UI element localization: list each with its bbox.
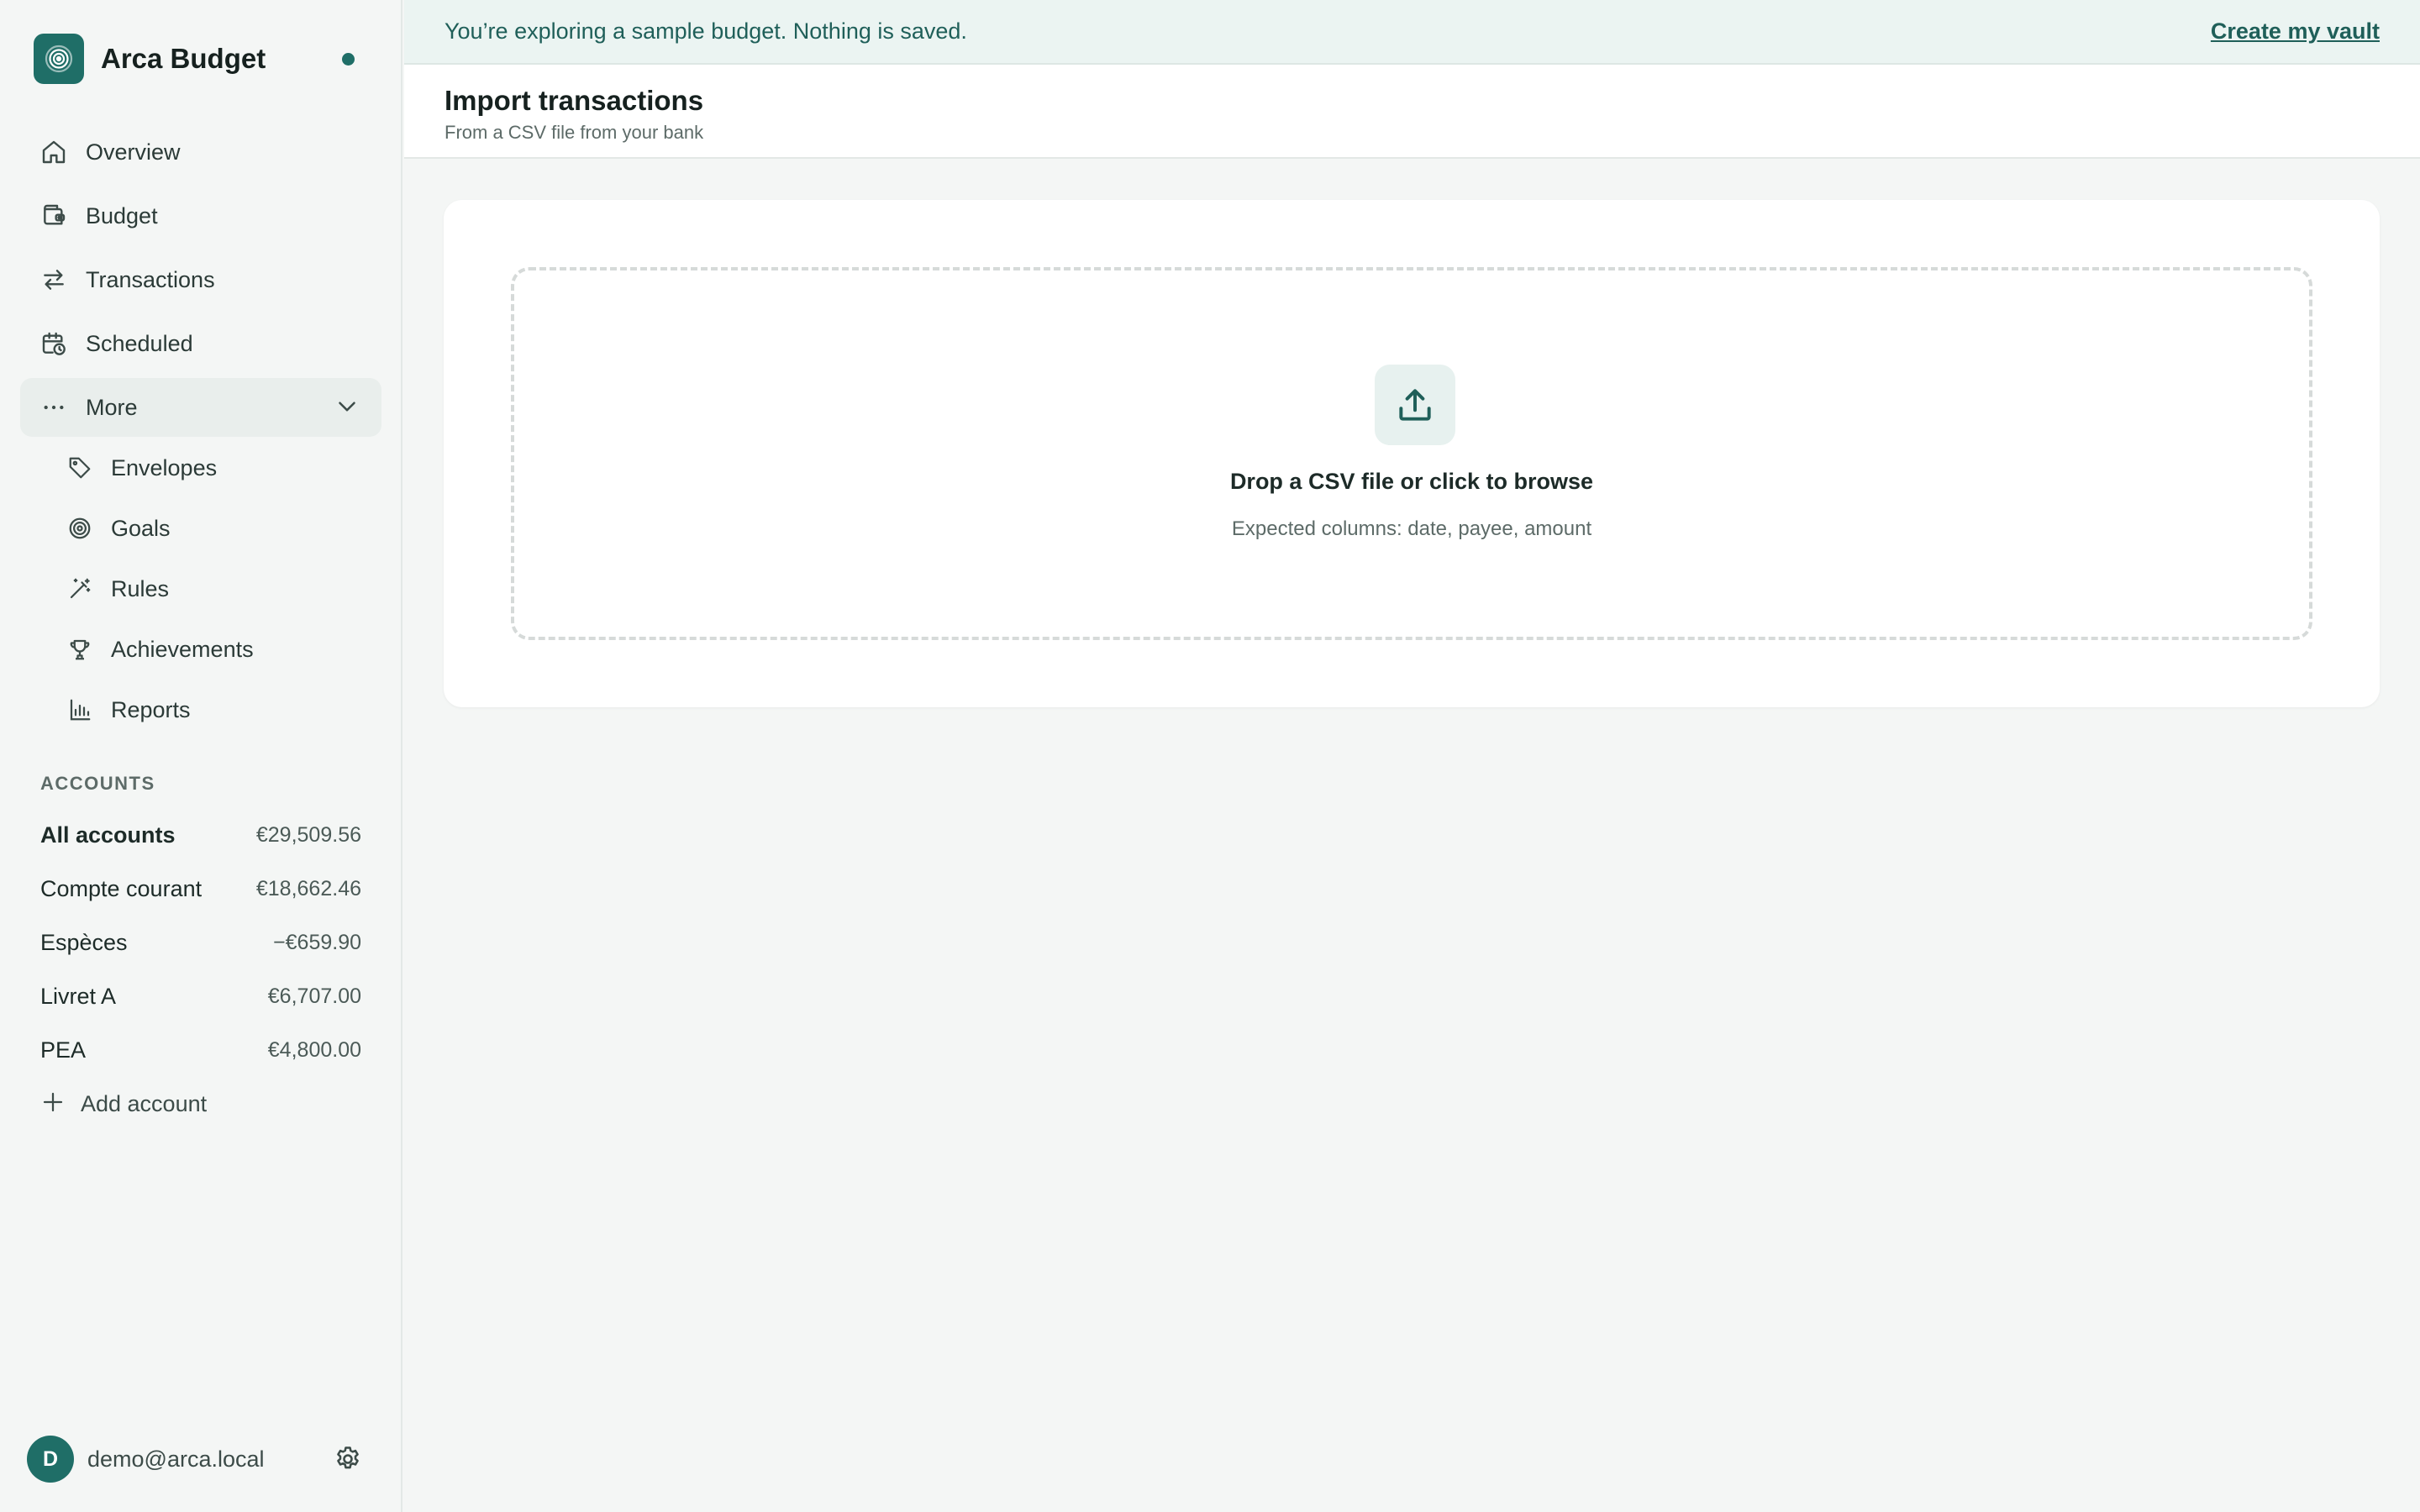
nav-item-label: Scheduled [86, 330, 193, 356]
account-name: All accounts [40, 822, 176, 848]
nav-item-label: Achievements [111, 636, 254, 662]
nav-item-budget[interactable]: Budget [20, 186, 381, 245]
main-nav: Overview Budget Transactions Scheduled M… [20, 123, 381, 442]
sidebar: Arca Budget Overview Budget Transactions… [0, 0, 402, 1512]
account-item-all[interactable]: All accounts €29,509.56 [40, 808, 361, 862]
nav-item-more[interactable]: More [20, 378, 381, 437]
account-name: Espèces [40, 929, 128, 955]
nav-item-reports[interactable]: Reports [20, 682, 381, 738]
app-name: Arca Budget [101, 43, 266, 74]
nav-item-scheduled[interactable]: Scheduled [20, 314, 381, 373]
wallet-icon [39, 201, 69, 231]
nav-item-label: Rules [111, 575, 170, 601]
app-root: Arca Budget Overview Budget Transactions… [0, 0, 2420, 1512]
main-content: You’re exploring a sample budget. Nothin… [404, 0, 2420, 1512]
page-subtitle: From a CSV file from your bank [445, 122, 704, 143]
sample-budget-banner: You’re exploring a sample budget. Nothin… [404, 0, 2420, 65]
account-name: Compte courant [40, 875, 203, 901]
nav-item-label: More [86, 394, 138, 420]
account-item[interactable]: Compte courant €18,662.46 [40, 862, 361, 916]
nav-item-overview[interactable]: Overview [20, 123, 381, 181]
account-balance: €29,509.56 [255, 822, 361, 847]
nav-item-rules[interactable]: Rules [20, 561, 381, 617]
nav-item-label: Reports [111, 696, 191, 722]
arrows-swap-icon [39, 265, 69, 295]
calendar-clock-icon [39, 328, 69, 359]
upload-icon [1375, 365, 1455, 445]
chevron-down-icon [333, 392, 361, 425]
dropzone-hint: Expected columns: date, payee, amount [1231, 517, 1592, 540]
dropzone-title: Drop a CSV file or click to browse [1229, 469, 1594, 494]
page-header: Import transactions From a CSV file from… [404, 65, 2420, 159]
more-dots-icon [39, 392, 69, 423]
user-email: demo@arca.local [87, 1446, 265, 1472]
csv-dropzone[interactable]: Drop a CSV file or click to browse Expec… [511, 267, 2312, 640]
nav-item-goals[interactable]: Goals [20, 501, 381, 556]
status-dot [342, 53, 355, 66]
account-item[interactable]: Espèces −€659.90 [40, 916, 361, 969]
account-balance: €6,707.00 [267, 984, 361, 1008]
nav-item-envelopes[interactable]: Envelopes [20, 440, 381, 496]
home-icon [39, 137, 69, 167]
nav-item-label: Transactions [86, 266, 215, 292]
account-item[interactable]: PEA €4,800.00 [40, 1023, 361, 1077]
tag-icon [66, 454, 94, 482]
user-menu[interactable]: D demo@arca.local [27, 1435, 363, 1483]
nav-item-label: Goals [111, 515, 171, 541]
more-submenu: Envelopes Goals Rules Achievements Repor… [20, 440, 381, 743]
magic-wand-icon [66, 575, 94, 603]
accounts-heading: ACCOUNTS [40, 773, 155, 794]
plus-icon [40, 1089, 66, 1119]
nav-item-label: Envelopes [111, 454, 218, 480]
bar-chart-icon [66, 696, 94, 724]
account-balance: −€659.90 [273, 930, 361, 954]
add-account-button[interactable]: Add account [40, 1079, 207, 1129]
nav-item-label: Overview [86, 139, 181, 165]
account-balance: €18,662.46 [255, 876, 361, 900]
account-name: PEA [40, 1037, 87, 1063]
nav-item-transactions[interactable]: Transactions [20, 250, 381, 309]
account-balance: €4,800.00 [267, 1037, 361, 1062]
nav-item-achievements[interactable]: Achievements [20, 622, 381, 677]
page-title: Import transactions [445, 85, 704, 116]
account-name: Livret A [40, 983, 117, 1009]
trophy-icon [66, 635, 94, 664]
gear-icon[interactable] [333, 1444, 363, 1478]
avatar: D [27, 1436, 74, 1483]
create-vault-link[interactable]: Create my vault [2211, 18, 2380, 45]
add-account-label: Add account [81, 1090, 208, 1116]
import-card: Drop a CSV file or click to browse Expec… [444, 200, 2380, 707]
nav-item-label: Budget [86, 202, 158, 228]
banner-message: You’re exploring a sample budget. Nothin… [445, 18, 967, 44]
account-item[interactable]: Livret A €6,707.00 [40, 969, 361, 1023]
brand[interactable]: Arca Budget [34, 34, 370, 84]
app-logo-icon [34, 34, 84, 84]
accounts-list: All accounts €29,509.56 Compte courant €… [40, 808, 361, 1077]
target-icon [66, 514, 94, 543]
